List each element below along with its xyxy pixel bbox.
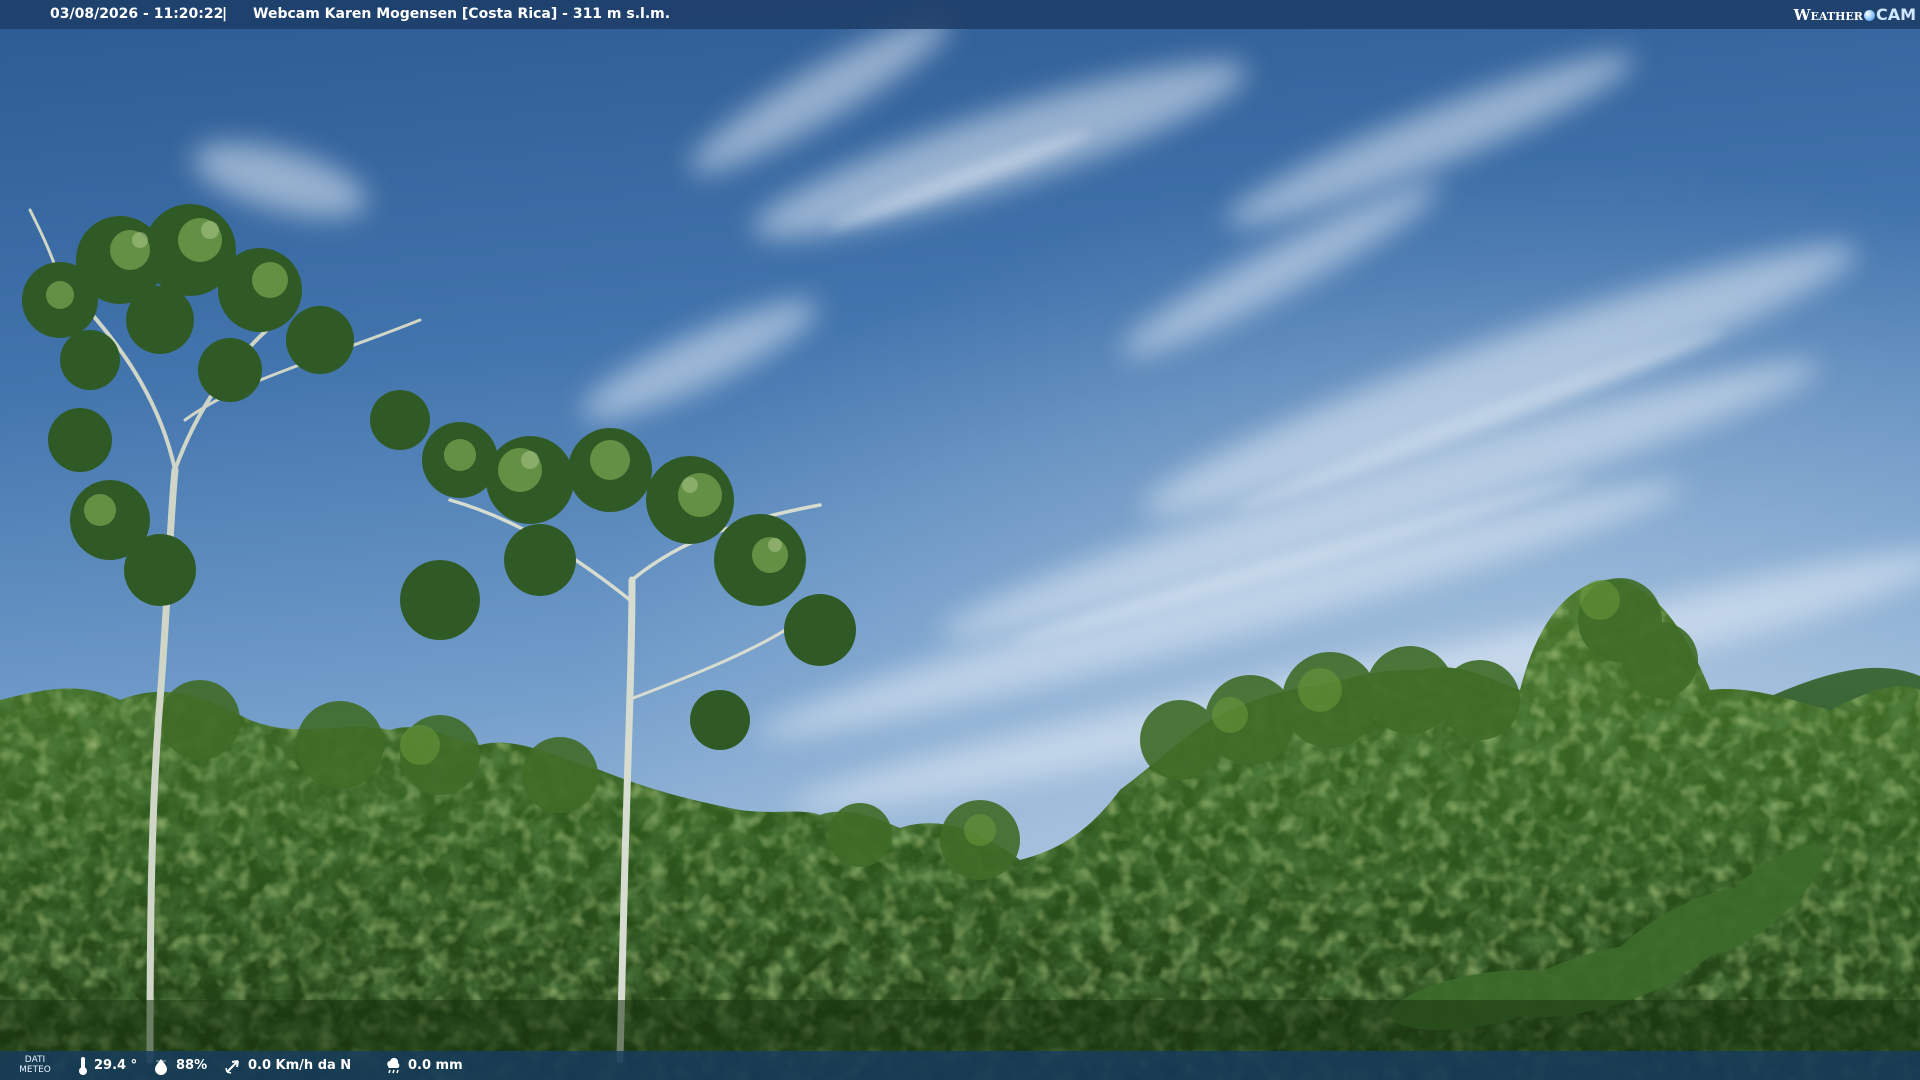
header-separator: | xyxy=(222,6,228,22)
header-bar: 03/08/2026 - 11:20:22 | Webcam Karen Mog… xyxy=(0,0,1920,29)
rain-cloud-icon xyxy=(387,1057,400,1073)
wind-arrow-icon xyxy=(225,1059,239,1074)
temperature-reading: 29.4 ° xyxy=(78,1051,137,1080)
rain-reading: 0.0 mm xyxy=(384,1051,463,1080)
humidity-value: 88% xyxy=(176,1058,208,1073)
capture-datetime: 03/08/2026 - 11:20:22 xyxy=(50,6,224,22)
humidity-reading: 88% xyxy=(152,1051,207,1080)
thermometer-icon xyxy=(79,1056,87,1075)
brand-text-weather: Weather xyxy=(1793,6,1863,24)
water-drop-icon xyxy=(155,1058,167,1075)
rain-value: 0.0 mm xyxy=(408,1058,463,1073)
weather-bar: DATI METEO 29.4 ° 88% 0.0 Km/h da N 0.0 … xyxy=(0,1051,1920,1080)
brand-logo[interactable]: Weather CAM xyxy=(1794,0,1916,29)
weather-data-label: DATI METEO xyxy=(19,1055,51,1075)
globe-icon xyxy=(1863,10,1875,21)
webcam-frame: 03/08/2026 - 11:20:22 | Webcam Karen Mog… xyxy=(0,0,1920,1080)
brand-text-cam: CAM xyxy=(1875,5,1916,24)
wind-value: 0.0 Km/h da N xyxy=(248,1058,352,1073)
webcam-title: Webcam Karen Mogensen [Costa Rica] - 311… xyxy=(253,6,671,22)
temperature-value: 29.4 ° xyxy=(94,1058,138,1073)
webcam-image xyxy=(0,0,1920,1080)
wind-reading: 0.0 Km/h da N xyxy=(224,1051,351,1080)
